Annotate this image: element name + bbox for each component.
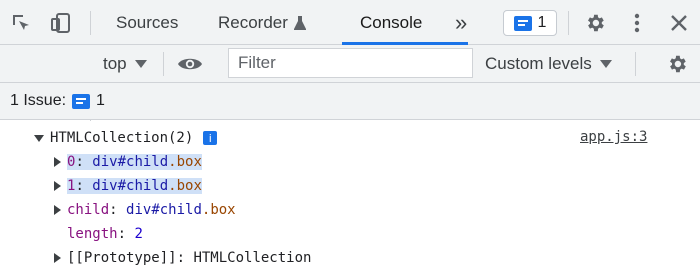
tab-recorder[interactable]: Recorder: [218, 0, 306, 45]
chevron-down-icon: [134, 60, 147, 68]
highlighted-entry: 0: div#child.box: [67, 154, 202, 170]
list-item[interactable]: child: div #child .box: [54, 199, 236, 221]
node-tag: div: [92, 178, 118, 194]
kebab-menu-icon[interactable]: [624, 10, 650, 36]
list-item[interactable]: 0: div#child.box: [54, 151, 202, 173]
console-output: HTMLCollection(2) i 0: div#child.box 1: …: [0, 120, 700, 275]
highlighted-entry: 1: div#child.box: [67, 178, 202, 194]
prototype-key: [[Prototype]]: [67, 250, 177, 266]
list-item[interactable]: 1: div#child.box: [54, 175, 202, 197]
toolbar-divider: [568, 11, 569, 35]
log-levels-label: Custom levels: [485, 54, 592, 73]
more-tabs-icon: »: [455, 9, 468, 35]
log-levels-dropdown[interactable]: Custom levels: [485, 45, 612, 83]
node-id: #child: [151, 202, 202, 218]
property-key: length: [67, 226, 118, 242]
node-id: #child: [117, 178, 169, 194]
node-class: .box: [201, 202, 236, 218]
node-id: #child: [117, 154, 169, 170]
issues-count-button[interactable]: 1 Issue: 1: [0, 88, 115, 114]
filter-input[interactable]: Filter: [228, 48, 473, 78]
close-icon[interactable]: [666, 10, 692, 36]
expand-triangle-icon[interactable]: [54, 157, 61, 167]
chevron-down-icon: [599, 60, 612, 68]
issues-badge-button[interactable]: 1: [503, 10, 557, 36]
tab-recorder-label: Recorder: [218, 12, 288, 32]
more-tabs-button[interactable]: »: [455, 0, 467, 45]
devtools-tab-bar: Sources Recorder Console » 1: [0, 0, 700, 45]
node-tag: div: [92, 154, 118, 170]
tab-sources-label: Sources: [116, 12, 179, 32]
issues-label: 1 Issue:: [10, 92, 67, 109]
flask-icon: [293, 15, 306, 31]
property-value: 2: [134, 226, 143, 242]
node-class: .box: [168, 178, 202, 194]
list-item: length: 2: [67, 226, 143, 242]
collapse-triangle-icon[interactable]: [34, 134, 44, 142]
context-selector[interactable]: top: [103, 45, 147, 83]
object-title: HTMLCollection(2): [50, 130, 194, 146]
message-icon: [513, 15, 532, 31]
object-header[interactable]: HTMLCollection(2) i: [34, 127, 218, 149]
context-selector-label: top: [103, 54, 127, 73]
property-key: child: [67, 202, 110, 218]
live-expression-eye-icon[interactable]: [176, 51, 204, 77]
console-settings-gear-icon[interactable]: [664, 51, 690, 77]
expand-triangle-icon[interactable]: [54, 205, 61, 215]
tab-console[interactable]: Console: [360, 0, 422, 45]
node-tag: div: [126, 202, 152, 218]
toolbar-divider: [90, 11, 91, 35]
device-toolbar-icon[interactable]: [48, 10, 74, 36]
node-class: .box: [168, 154, 202, 170]
toolbar-divider: [635, 52, 636, 76]
filter-placeholder: Filter: [238, 53, 276, 72]
prototype-value: HTMLCollection: [193, 250, 312, 266]
issues-badge-count: 1: [537, 14, 547, 31]
tab-sources[interactable]: Sources: [116, 0, 178, 45]
info-icon[interactable]: i: [203, 131, 218, 145]
expand-triangle-icon[interactable]: [54, 253, 61, 263]
expand-triangle-icon[interactable]: [54, 181, 61, 191]
inspect-element-icon[interactable]: [8, 10, 34, 36]
settings-gear-icon[interactable]: [582, 10, 608, 36]
toolbar-divider: [163, 52, 164, 76]
list-item[interactable]: [[Prototype]]: HTMLCollection: [54, 247, 311, 269]
message-icon: [72, 93, 91, 109]
issues-count: 1: [96, 92, 105, 109]
tab-console-label: Console: [360, 12, 423, 32]
